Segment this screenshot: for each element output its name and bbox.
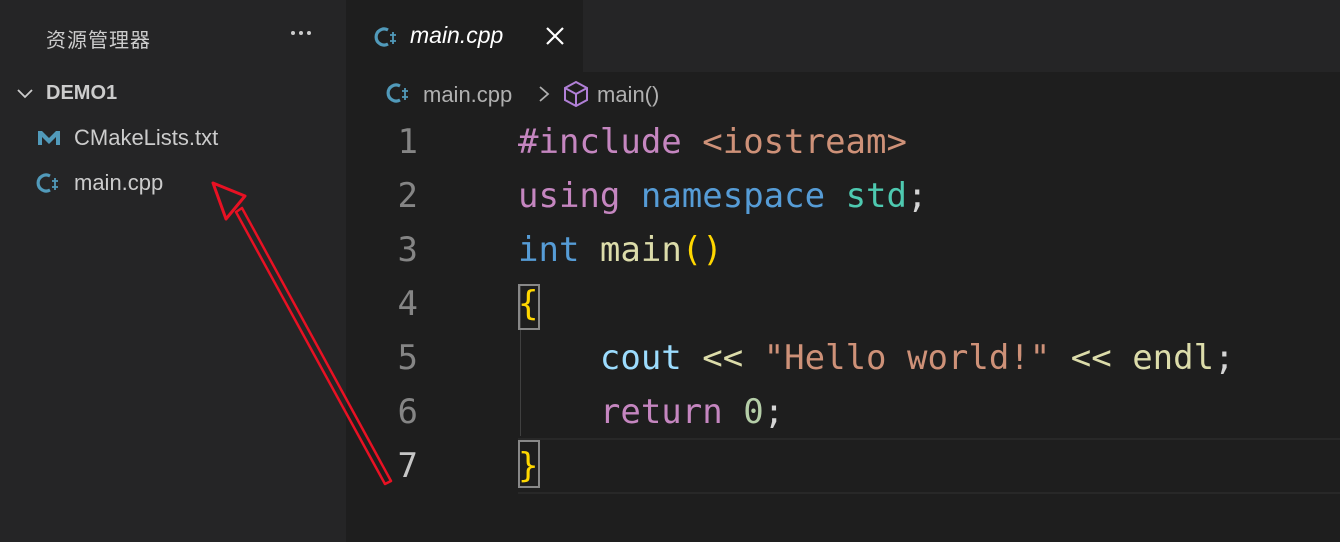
- code-token: "Hello world!": [763, 338, 1051, 378]
- code-token: }: [518, 446, 539, 486]
- code-token: {: [518, 284, 539, 324]
- code-text: }: [518, 446, 538, 486]
- explorer-sidebar: 资源管理器 DEMO1 CMakeLists.txt main.cpp: [0, 0, 346, 542]
- code-text: using namespace std;: [518, 176, 927, 216]
- explorer-title: 资源管理器: [46, 30, 151, 52]
- code-token: (): [681, 230, 723, 270]
- line-number: 5: [397, 338, 418, 378]
- code-token: using: [518, 176, 621, 216]
- code-token: endl: [1132, 338, 1215, 378]
- chevron-right-icon: [539, 86, 550, 102]
- cpp-file-icon: [374, 27, 396, 47]
- folder-name: DEMO1: [46, 82, 118, 104]
- breadcrumb-symbol[interactable]: main(): [597, 82, 659, 108]
- code-token: main: [599, 230, 682, 270]
- cmake-icon: [38, 131, 60, 145]
- code-editor[interactable]: 1 #include <iostream> 2 using namespace std…: [346, 116, 1340, 542]
- file-item-cmakelists[interactable]: CMakeLists.txt: [0, 121, 346, 155]
- close-icon[interactable]: [544, 25, 566, 47]
- code-line[interactable]: 2 using namespace std;: [346, 170, 1340, 224]
- code-token: <iostream>: [702, 122, 907, 162]
- code-token: std: [845, 176, 907, 216]
- more-actions-icon[interactable]: [286, 18, 316, 48]
- line-number: 2: [397, 176, 418, 216]
- code-line[interactable]: 1 #include <iostream>: [346, 116, 1340, 170]
- code-token: ;: [906, 176, 928, 216]
- code-text: return 0;: [518, 392, 784, 432]
- file-name: main.cpp: [74, 170, 164, 195]
- code-token: int: [518, 230, 580, 270]
- tab-main-cpp[interactable]: main.cpp: [346, 0, 583, 72]
- file-name: CMakeLists.txt: [74, 125, 219, 150]
- code-line[interactable]: 3 int main(): [346, 224, 1340, 278]
- code-line[interactable]: 4{: [346, 278, 1340, 332]
- cpp-file-icon: [36, 173, 58, 193]
- cpp-file-icon: [386, 83, 408, 103]
- line-number: 3: [397, 230, 418, 270]
- chevron-down-icon: [17, 89, 33, 99]
- line-number: 7: [397, 446, 418, 486]
- code-text: {: [518, 284, 538, 324]
- code-token: cout: [599, 338, 682, 378]
- breadcrumb: main.cpp main(): [346, 72, 1340, 116]
- breadcrumb-file[interactable]: main.cpp: [423, 82, 512, 108]
- code-token: ;: [763, 392, 785, 432]
- line-number: 6: [397, 392, 418, 432]
- line-number: 1: [397, 122, 418, 162]
- line-number: 4: [397, 284, 418, 324]
- code-token: <<: [1070, 338, 1112, 378]
- code-line[interactable]: 6 return 0;: [346, 386, 1340, 440]
- code-text: int main(): [518, 230, 723, 270]
- code-token: return: [599, 392, 723, 432]
- code-line[interactable]: 7}: [346, 440, 1340, 494]
- editor-tab-bar: main.cpp: [346, 0, 1340, 72]
- code-token: ;: [1214, 338, 1235, 378]
- code-text: cout << "Hello world!" << endl;: [518, 338, 1235, 378]
- code-token: 0: [743, 392, 764, 432]
- tab-label: main.cpp: [410, 22, 504, 48]
- code-token: #include: [518, 122, 682, 162]
- method-cube-icon: [564, 80, 588, 108]
- folder-row-demo1[interactable]: DEMO1: [0, 78, 346, 110]
- explorer-header: 资源管理器: [0, 0, 346, 72]
- code-text: #include <iostream>: [518, 122, 907, 162]
- code-token: <<: [702, 338, 744, 378]
- code-token: namespace: [640, 176, 826, 216]
- code-line[interactable]: 5 cout << "Hello world!" << endl;: [346, 332, 1340, 386]
- file-item-main-cpp[interactable]: main.cpp: [0, 166, 346, 200]
